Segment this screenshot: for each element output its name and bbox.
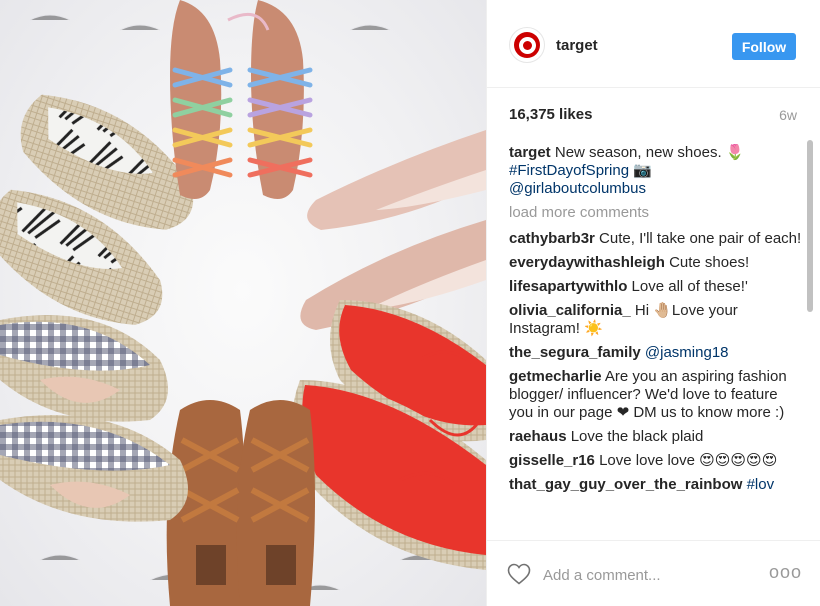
caption-hashtag[interactable]: #FirstDayofSpring [509,162,629,179]
comment-item: raehaus Love the black plaid [509,428,803,446]
comment-text: Love all of these!' [631,278,748,295]
post-time[interactable]: 6w [779,107,797,123]
comment-username[interactable]: olivia_california_ [509,302,631,319]
comment-item: the_segura_family @jasming18 [509,344,803,362]
comment-bar: ooo [487,540,820,606]
post-photo[interactable] [0,0,486,606]
add-comment-input[interactable] [543,563,753,587]
comment-item: cathybarb3r Cute, I'll take one pair of … [509,230,803,248]
pink-flats [300,130,486,330]
caption-mention[interactable]: @girlaboutcolumbus [509,180,646,197]
comments-scrollbar[interactable] [807,140,813,540]
likes-count[interactable]: 16,375 likes [509,106,592,123]
comment-item: lifesapartywithlo Love all of these!' [509,278,803,296]
comment-username[interactable]: raehaus [509,428,567,445]
comment-username[interactable]: lifesapartywithlo [509,278,627,295]
avatar[interactable] [509,27,545,63]
comment-username[interactable]: getmecharlie [509,368,602,385]
comment-username[interactable]: gisselle_r16 [509,452,595,469]
comment-mention[interactable]: @jasming18 [645,344,729,361]
rainbow-sandals [170,0,313,199]
comments-list[interactable]: target New season, new shoes. 🌷 #FirstDa… [509,144,803,540]
comment-text: Cute, I'll take one pair of each! [599,230,802,247]
comment-item: olivia_california_ Hi 🤚🏼Love your Instag… [509,302,803,338]
comment-text: Love love love 😍😍😍😍😍 [599,452,778,469]
target-logo-icon [514,32,540,58]
more-options-icon[interactable]: ooo [769,563,801,583]
heart-outline-icon[interactable] [507,563,531,585]
caption-username[interactable]: target [509,144,551,161]
comment-text: Cute shoes! [669,254,750,271]
follow-button[interactable]: Follow [732,33,796,60]
red-espadrilles [291,300,486,570]
comment-item: that_gay_guy_over_the_rainbow #lov [509,476,803,494]
scrollbar-thumb[interactable] [807,140,813,312]
load-more-comments-link[interactable]: load more comments [509,204,803,222]
comment-username[interactable]: that_gay_guy_over_the_rainbow [509,476,742,493]
comment-username[interactable]: everydaywithashleigh [509,254,665,271]
post-meta: 16,375 likes 6w [509,106,797,126]
caption-text: New season, new shoes. 🌷 [554,144,745,161]
comment-item: getmecharlie Are you an aspiring fashion… [509,368,803,422]
caption-hashtag-suffix: 📷 [633,162,652,179]
shoes-photo-illustration [0,0,486,606]
brown-sandals [166,400,315,606]
comment-text: Love the black plaid [570,428,704,445]
caption: target New season, new shoes. 🌷 #FirstDa… [509,144,803,198]
post-sidebar: target Follow 16,375 likes 6w target New… [486,0,820,606]
gingham-espadrilles [0,315,188,522]
comment-item: gisselle_r16 Love love love 😍😍😍😍😍 [509,452,803,470]
comment-item: everydaywithashleigh Cute shoes! [509,254,803,272]
instagram-post: target Follow 16,375 likes 6w target New… [0,0,820,606]
comment-username[interactable]: cathybarb3r [509,230,595,247]
comment-username[interactable]: the_segura_family [509,344,641,361]
post-header: target Follow [487,0,820,88]
username-link[interactable]: target [556,37,598,54]
comment-hashtag[interactable]: #lov [747,476,775,493]
